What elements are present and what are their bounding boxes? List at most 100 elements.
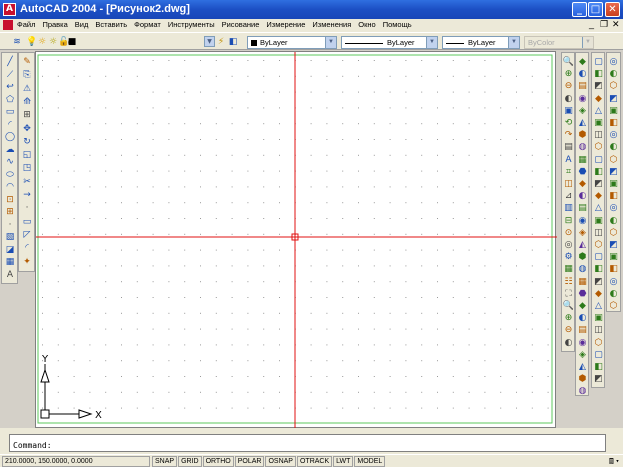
render-tool-18-icon[interactable]: ▦: [576, 276, 589, 288]
render-tool-14-icon[interactable]: ◈: [576, 227, 589, 239]
explode-icon[interactable]: ✦: [20, 256, 34, 268]
offset-icon[interactable]: ⟰: [20, 96, 34, 108]
zoom-tool-7-icon[interactable]: ▤: [562, 141, 575, 153]
solids-tool-20-icon[interactable]: △: [592, 300, 605, 312]
zoom-tool-17-icon[interactable]: ▦: [562, 263, 575, 275]
layer-dropdown[interactable]: 0: [64, 36, 214, 49]
solids-tool-13-icon[interactable]: ▣: [592, 215, 605, 227]
render-tool-24-icon[interactable]: ◈: [576, 349, 589, 361]
trim-icon[interactable]: ✂: [20, 176, 34, 188]
status-toggle-polar[interactable]: POLAR: [234, 456, 265, 467]
revision-cloud-icon[interactable]: ☁: [3, 144, 17, 156]
zoom-tool-16-icon[interactable]: ⚙: [562, 251, 575, 263]
solids-tool-0-icon[interactable]: ▢: [592, 56, 605, 68]
menu-item-6[interactable]: Рисование: [221, 20, 261, 29]
surfaces-tool-16-icon[interactable]: ▣: [607, 251, 620, 263]
solids-tool-14-icon[interactable]: ◫: [592, 227, 605, 239]
render-tool-20-icon[interactable]: ◆: [576, 300, 589, 312]
zoom-tool-3-icon[interactable]: ◐: [562, 93, 575, 105]
render-tool-23-icon[interactable]: ◉: [576, 337, 589, 349]
copy-icon[interactable]: ⎘: [20, 69, 34, 81]
surfaces-tool-7-icon[interactable]: ◐: [607, 141, 620, 153]
region-icon[interactable]: ◪: [3, 244, 17, 256]
render-tool-1-icon[interactable]: ◐: [576, 68, 589, 80]
status-toggle-ortho[interactable]: ORTHO: [202, 456, 234, 467]
menu-item-8[interactable]: Изменения: [311, 20, 352, 29]
extend-icon[interactable]: →: [20, 189, 34, 201]
render-tool-9-icon[interactable]: ⬣: [576, 166, 589, 178]
fillet-icon[interactable]: ◜: [20, 242, 34, 254]
point-icon[interactable]: ·: [3, 219, 17, 231]
hatch-icon[interactable]: ▧: [3, 231, 17, 243]
autocad-app-icon[interactable]: A: [3, 3, 16, 16]
stretch-icon[interactable]: ◳: [20, 162, 34, 174]
menu-item-2[interactable]: Вид: [74, 20, 90, 29]
arc-icon[interactable]: ◜: [3, 119, 17, 131]
render-tool-8-icon[interactable]: ▦: [576, 154, 589, 166]
surfaces-tool-2-icon[interactable]: ⬡: [607, 80, 620, 92]
menu-item-7[interactable]: Измерение: [265, 20, 306, 29]
menu-item-9[interactable]: Окно: [357, 20, 376, 29]
render-tool-19-icon[interactable]: ⬣: [576, 288, 589, 300]
zoom-tool-1-icon[interactable]: ⊕: [562, 68, 575, 80]
menu-item-0[interactable]: Файл: [16, 20, 36, 29]
polyline-icon[interactable]: ↩: [3, 81, 17, 93]
solids-tool-25-icon[interactable]: ◧: [592, 361, 605, 373]
zoom-tool-4-icon[interactable]: ▣: [562, 105, 575, 117]
surfaces-tool-18-icon[interactable]: ◎: [607, 276, 620, 288]
zoom-tool-5-icon[interactable]: ⟲: [562, 117, 575, 129]
solids-tool-3-icon[interactable]: ◆: [592, 93, 605, 105]
table-icon[interactable]: ▦: [3, 256, 17, 268]
zoom-tool-12-icon[interactable]: ▥: [562, 202, 575, 214]
surfaces-tool-20-icon[interactable]: ⬡: [607, 300, 620, 312]
render-tool-10-icon[interactable]: ◆: [576, 178, 589, 190]
model-space[interactable]: Y X: [36, 52, 557, 429]
menu-item-10[interactable]: Помощь: [382, 20, 413, 29]
surfaces-tool-11-icon[interactable]: ◧: [607, 190, 620, 202]
move-icon[interactable]: ✥: [20, 123, 34, 135]
erase-icon[interactable]: ✎: [20, 56, 34, 68]
menu-item-3[interactable]: Вставить: [94, 20, 128, 29]
solids-tool-15-icon[interactable]: ⬡: [592, 239, 605, 251]
break-at-point-icon[interactable]: ·: [20, 202, 34, 214]
solids-tool-4-icon[interactable]: △: [592, 105, 605, 117]
menu-item-4[interactable]: Формат: [133, 20, 162, 29]
tray-settings-icon[interactable]: 🖩 ▾: [609, 456, 619, 467]
layer-freeze-icon[interactable]: ☼: [37, 37, 47, 47]
render-tool-2-icon[interactable]: ▤: [576, 80, 589, 92]
surfaces-tool-0-icon[interactable]: ◎: [607, 56, 620, 68]
doc-close-button[interactable]: ✕: [612, 19, 620, 30]
render-tool-13-icon[interactable]: ◉: [576, 215, 589, 227]
close-button[interactable]: ✕: [605, 2, 620, 17]
chamfer-icon[interactable]: ◸: [20, 229, 34, 241]
solids-tool-24-icon[interactable]: ▢: [592, 349, 605, 361]
zoom-tool-15-icon[interactable]: ◎: [562, 239, 575, 251]
minimize-button[interactable]: _: [572, 2, 587, 17]
surfaces-tool-8-icon[interactable]: ⬡: [607, 154, 620, 166]
solids-tool-5-icon[interactable]: ▣: [592, 117, 605, 129]
solids-tool-22-icon[interactable]: ◫: [592, 324, 605, 336]
layer-dropdown-arrow-icon[interactable]: ▼: [204, 36, 215, 47]
document-icon[interactable]: [3, 20, 13, 30]
make-block-icon[interactable]: ⊞: [3, 206, 17, 218]
surfaces-tool-13-icon[interactable]: ◐: [607, 215, 620, 227]
line-icon[interactable]: ╱: [3, 56, 17, 68]
color-dropdown[interactable]: ByLayer ▼: [247, 36, 337, 49]
layer-previous-icon[interactable]: ◧: [228, 37, 238, 47]
zoom-tool-20-icon[interactable]: 🔍: [562, 300, 575, 312]
zoom-tool-19-icon[interactable]: ⛶: [562, 288, 575, 300]
render-tool-6-icon[interactable]: ⬢: [576, 129, 589, 141]
zoom-tool-21-icon[interactable]: ⊕: [562, 312, 575, 324]
render-tool-21-icon[interactable]: ◐: [576, 312, 589, 324]
zoom-tool-10-icon[interactable]: ◫: [562, 178, 575, 190]
solids-tool-19-icon[interactable]: ◆: [592, 288, 605, 300]
solids-tool-18-icon[interactable]: ◩: [592, 276, 605, 288]
render-tool-5-icon[interactable]: ◭: [576, 117, 589, 129]
solids-tool-9-icon[interactable]: ◧: [592, 166, 605, 178]
insert-block-icon[interactable]: ⊡: [3, 194, 17, 206]
render-tool-25-icon[interactable]: ◭: [576, 361, 589, 373]
command-line-input[interactable]: Command:: [9, 434, 606, 452]
doc-minimize-button[interactable]: _: [589, 19, 594, 29]
render-tool-3-icon[interactable]: ◉: [576, 93, 589, 105]
status-toggle-lwt[interactable]: LWT: [333, 456, 354, 467]
